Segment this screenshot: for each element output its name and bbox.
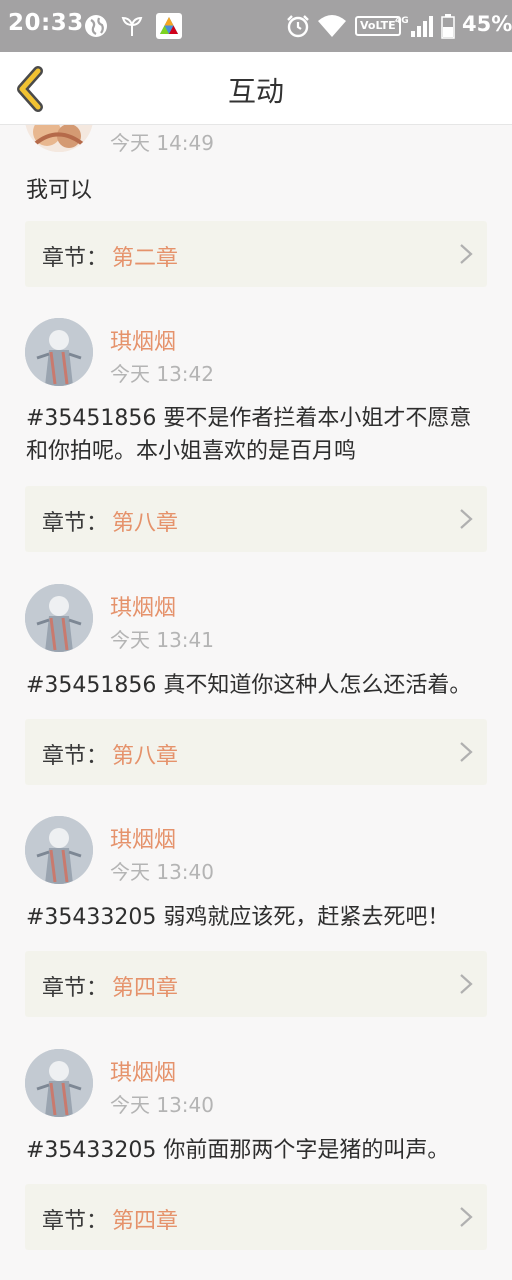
chapter-link[interactable]: 章节： 第二章 <box>25 221 487 287</box>
username[interactable]: 琪烟烟 <box>110 324 176 356</box>
alarm-clock-icon <box>287 15 309 38</box>
chapter-label: 章节： <box>42 744 109 769</box>
username[interactable]: 琪烟烟 <box>110 1055 176 1087</box>
signal-strength-icon <box>411 16 433 37</box>
comment-text: 我可以 <box>26 178 93 203</box>
plant-icon <box>121 16 143 36</box>
chapter-link[interactable]: 章节： 第八章 <box>25 719 487 785</box>
timestamp: 今天 13:40 <box>110 860 214 884</box>
chapter-label: 章节： <box>42 511 109 536</box>
avatar[interactable] <box>25 1049 93 1117</box>
avatar-illustration-icon <box>25 318 93 386</box>
chapter-link[interactable]: 章节： 第四章 <box>25 1184 487 1250</box>
avatar-illustration-icon <box>25 1049 93 1117</box>
username[interactable]: 琪烟烟 <box>110 590 176 622</box>
username[interactable]: 琪烟烟 <box>110 822 176 854</box>
chapter-name: 第四章 <box>112 976 179 1001</box>
chevron-right-icon <box>460 742 473 762</box>
wifi-icon <box>318 15 346 37</box>
chapter-name: 第八章 <box>112 744 179 769</box>
battery-icon <box>441 14 455 39</box>
chapter-name: 第二章 <box>112 246 179 271</box>
chapter-link[interactable]: 章节： 第八章 <box>25 486 487 552</box>
network-type: 4G <box>395 16 409 26</box>
timestamp: 今天 13:40 <box>110 1093 214 1117</box>
comment-text: #35433205 弱鸡就应该死，赶紧去死吧！ <box>26 905 450 930</box>
app-logo-icon <box>156 13 182 39</box>
battery-percentage: 45% <box>462 12 512 36</box>
comment-feed[interactable]: 今天 14:49 我可以 章节： 第二章 琪烟烟 今天 13:42 #35451… <box>0 125 512 1280</box>
avatar[interactable] <box>25 318 93 386</box>
timestamp: 今天 13:42 <box>110 362 214 386</box>
chevron-right-icon <box>460 1207 473 1227</box>
avatar[interactable] <box>25 125 93 152</box>
chapter-label: 章节： <box>42 246 109 271</box>
avatar[interactable] <box>25 816 93 884</box>
page-title: 互动 <box>227 75 284 108</box>
chevron-right-icon <box>460 244 473 264</box>
comment-text: #35433205 你前面那两个字是猪的叫声。 <box>26 1138 450 1163</box>
chapter-label: 章节： <box>42 1209 109 1234</box>
volte-badge: VoLTE <box>355 16 401 36</box>
status-time: 20:33 <box>8 10 84 36</box>
chapter-name: 第八章 <box>112 511 179 536</box>
chapter-name: 第四章 <box>112 1209 179 1234</box>
browser-globe-icon <box>85 15 107 37</box>
timestamp: 今天 14:49 <box>110 131 214 155</box>
chevron-right-icon <box>460 974 473 994</box>
comment-text: #35451856 真不知道你这种人怎么还活着。 <box>26 673 472 698</box>
avatar-illustration-icon <box>25 125 93 152</box>
comment-text: #35451856 要不是作者拦着本小姐才不愿意和你拍呢。本小姐喜欢的是百月鸣 <box>26 406 472 464</box>
avatar-illustration-icon <box>25 816 93 884</box>
header: 互动 <box>0 52 512 125</box>
avatar-illustration-icon <box>25 584 93 652</box>
timestamp: 今天 13:41 <box>110 628 214 652</box>
chapter-link[interactable]: 章节： 第四章 <box>25 951 487 1017</box>
status-bar: 20:33 VoLTE 4G 45% <box>0 0 512 52</box>
chevron-right-icon <box>460 509 473 529</box>
avatar[interactable] <box>25 584 93 652</box>
chapter-label: 章节： <box>42 976 109 1001</box>
